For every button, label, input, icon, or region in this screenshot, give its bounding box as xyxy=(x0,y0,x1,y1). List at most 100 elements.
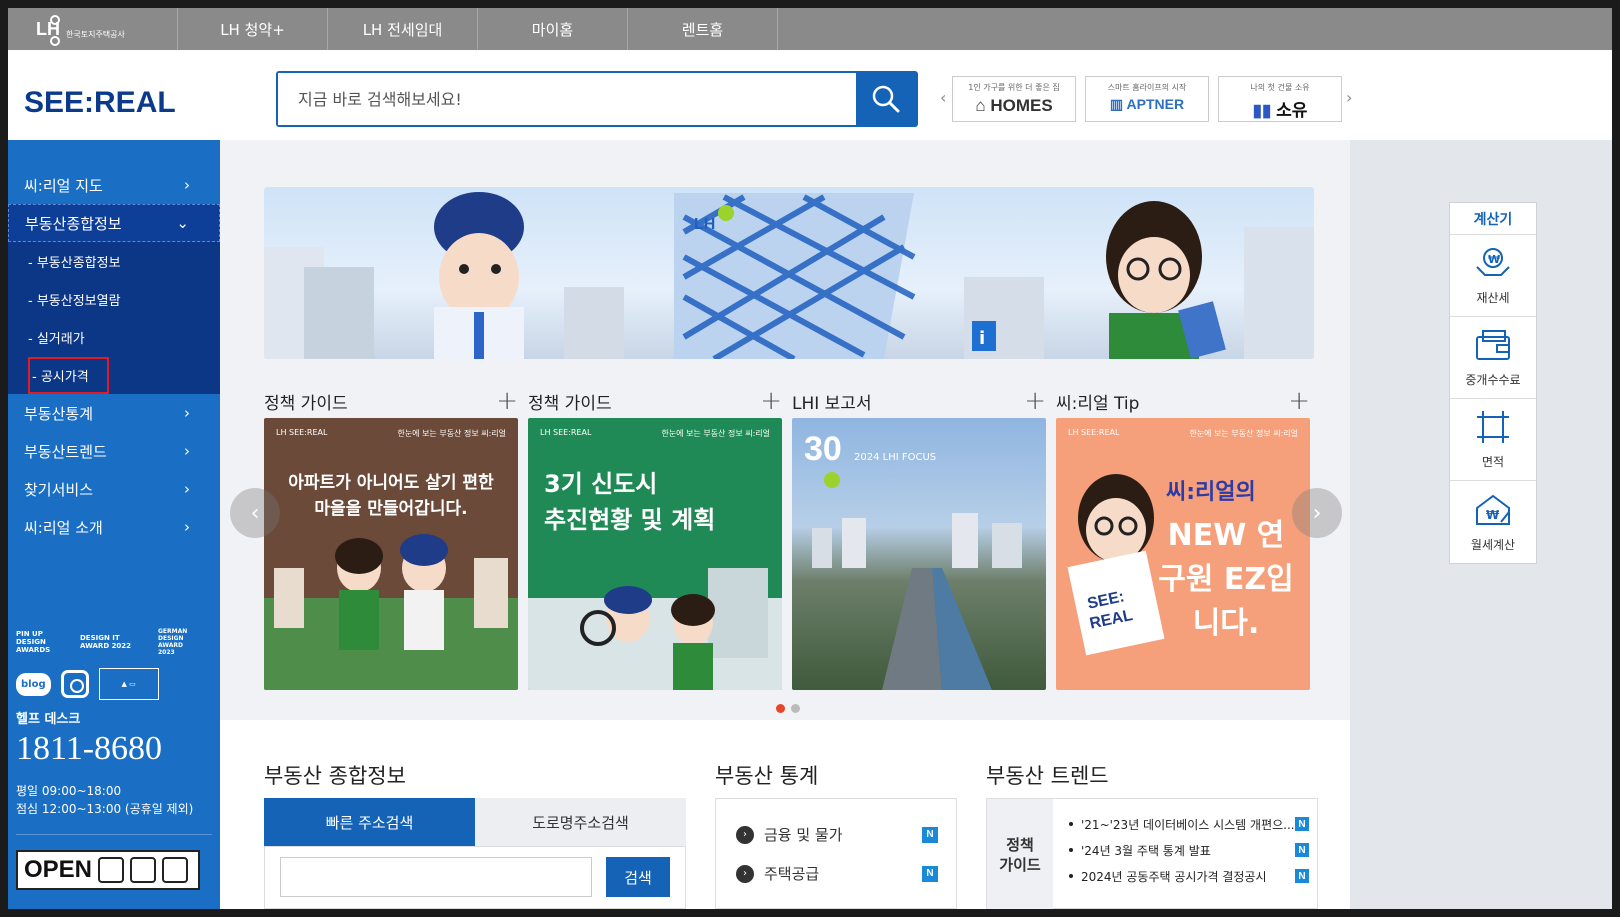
card-header: 정책 가이드 + xyxy=(528,386,782,416)
plus-icon[interactable]: + xyxy=(1288,388,1310,414)
stat-item-finance[interactable]: › 금융 및 물가 N xyxy=(736,824,938,845)
search-button[interactable] xyxy=(856,73,916,125)
stat-item-housing-supply[interactable]: › 주택공급 N xyxy=(736,863,938,884)
wallet-icon xyxy=(1476,330,1510,360)
search-input[interactable] xyxy=(278,73,856,125)
sidebar-item-trends[interactable]: 부동산트렌드 › xyxy=(8,432,220,470)
right-rail: 계산기 ₩ 재산세 중개수수료 면적 ₩ 월세계산 xyxy=(1350,140,1612,909)
blog-link[interactable]: blog xyxy=(16,672,51,696)
search-bar xyxy=(276,71,918,127)
trends-box: 정책 가이드 '21~'23년 데이터베이스 시스템 개편으... N '24년 … xyxy=(986,798,1318,909)
carousel-dot-2[interactable] xyxy=(791,704,800,713)
lh-logo-mark: LH xyxy=(36,14,60,46)
address-search-tabs: 빠른 주소검색 도로명주소검색 xyxy=(264,798,686,846)
partner-aptner-name: ▥ APTNER xyxy=(1109,96,1185,112)
chevron-right-icon: › xyxy=(184,176,190,194)
trend-item[interactable]: '24년 3월 주택 통계 발표 N xyxy=(1069,837,1309,863)
card-lhi-report: LHI 보고서 + 30 2024 LHI FOCUS xyxy=(792,386,1046,690)
sidebar-item-label: 씨:리얼 소개 xyxy=(24,518,103,537)
card-image[interactable]: 30 2024 LHI FOCUS xyxy=(792,418,1046,690)
carousel-dot-1[interactable] xyxy=(776,704,785,713)
lh-logo[interactable]: LH 한국토지주택공사 xyxy=(8,8,178,50)
new-badge: N xyxy=(922,865,938,882)
sidebar-submenu: - 부동산종합정보 - 부동산정보열람 - 실거래가 - 공시가격 xyxy=(8,242,220,394)
instagram-icon[interactable] xyxy=(60,670,89,698)
submenu-item-actual-price[interactable]: - 실거래가 xyxy=(8,318,220,356)
calc-brokerage-fee[interactable]: 중개수수료 xyxy=(1450,317,1536,399)
bullet-icon xyxy=(1069,848,1073,852)
carousel-prev-button[interactable]: ‹ xyxy=(230,488,280,538)
partners-next-icon[interactable]: › xyxy=(1346,88,1352,107)
card-header: LHI 보고서 + xyxy=(792,386,1046,416)
topnav-myhome[interactable]: 마이홈 xyxy=(478,8,628,50)
stat-item-label: 금융 및 물가 xyxy=(764,826,843,844)
info-section: 부동산 종합정보 빠른 주소검색 도로명주소검색 검색 부동산 통계 › 금융 … xyxy=(220,720,1350,909)
sidebar-item-realestate-info[interactable]: 부동산종합정보 ⌄ xyxy=(8,204,220,242)
chevron-right-icon: › xyxy=(184,404,190,422)
submenu-item-total-info[interactable]: - 부동산종합정보 xyxy=(8,242,220,280)
card-image[interactable]: LH SEE:REAL 한눈에 보는 부동산 정보 씨:리얼 3기 신도시 추진현… xyxy=(528,418,782,690)
calc-property-tax[interactable]: ₩ 재산세 xyxy=(1450,235,1536,317)
partners-prev-icon[interactable]: ‹ xyxy=(940,88,946,107)
tab-road-address[interactable]: 도로명주소검색 xyxy=(475,798,686,846)
partner-aptner[interactable]: 스마트 홈라이프의 시작 ▥ APTNER xyxy=(1085,76,1209,122)
open-badge-label: OPEN xyxy=(24,856,93,883)
sidebar-item-statistics[interactable]: 부동산통계 › xyxy=(8,394,220,432)
top-bar: LH 한국토지주택공사 LH 청약+ LH 전세임대 마이홈 렌트홈 xyxy=(8,8,1612,50)
submenu-item-info-view[interactable]: - 부동산정보열람 xyxy=(8,280,220,318)
trend-item[interactable]: 2024년 공동주택 공시가격 결정공시 N xyxy=(1069,863,1309,889)
calculator-panel: 계산기 ₩ 재산세 중개수수료 면적 ₩ 월세계산 xyxy=(1449,202,1537,564)
calc-item-label: 월세계산 xyxy=(1470,537,1516,552)
partner-homes[interactable]: 1인 가구를 위한 더 좋은 집 ⌂ HOMES xyxy=(952,76,1076,122)
partner-soyu-name: ▮▮ 소유 xyxy=(1252,101,1308,120)
address-search-input[interactable] xyxy=(280,857,592,897)
address-search-body: 검색 xyxy=(264,846,686,909)
trend-item-text: '21~'23년 데이터베이스 시스템 개편으... xyxy=(1081,817,1295,832)
calc-area[interactable]: 면적 xyxy=(1450,399,1536,481)
bar-icon: ▮▮ xyxy=(1252,101,1272,120)
sidebar-item-about[interactable]: 씨:리얼 소개 › xyxy=(8,508,220,546)
address-search-button[interactable]: 검색 xyxy=(606,857,670,897)
chevron-right-icon: › xyxy=(1312,500,1322,526)
main-banner[interactable]: LH i xyxy=(264,187,1314,359)
calc-item-label: 재산세 xyxy=(1476,291,1510,305)
bullet-icon xyxy=(1069,874,1073,878)
card-image[interactable]: LH SEE:REAL 한눈에 보는 부동산 정보 씨:리얼 아파트가 아니어도 … xyxy=(264,418,518,690)
plus-icon[interactable]: + xyxy=(760,388,782,414)
card-heading: 정책 가이드 xyxy=(264,393,348,414)
trend-category-label[interactable]: 정책 가이드 xyxy=(987,799,1053,909)
tab-quick-address[interactable]: 빠른 주소검색 xyxy=(264,798,475,846)
card-image[interactable]: LH SEE:REAL 한눈에 보는 부동산 정보 씨:리얼 씨:리얼의 NEW … xyxy=(1056,418,1310,690)
sidebar-item-map[interactable]: 씨:리얼 지도 › xyxy=(8,166,220,204)
calc-monthly-rent[interactable]: ₩ 월세계산 xyxy=(1450,481,1536,563)
topnav-lh-jeonse[interactable]: LH 전세임대 xyxy=(328,8,478,50)
topnav-lh-cheongyak[interactable]: LH 청약+ xyxy=(178,8,328,50)
sidebar-item-label: 씨:리얼 지도 xyxy=(24,176,103,195)
new-badge: N xyxy=(1295,843,1309,857)
calc-item-label: 면적 xyxy=(1481,455,1505,469)
partner-soyu[interactable]: 나의 첫 건물 소유 ▮▮ 소유 xyxy=(1218,76,1342,122)
trend-item[interactable]: '21~'23년 데이터베이스 시스템 개편으... N xyxy=(1069,811,1309,837)
new-badge: N xyxy=(922,826,938,843)
award-logos: PIN UP DESIGN AWARDS DESIGN IT AWARD 202… xyxy=(16,628,206,656)
help-hours-weekday: 평일 09:00~18:00 xyxy=(16,784,122,798)
main-content: LH i 정책 가이드 + LH SEE:REAL 한눈에 보는 부동산 정보 … xyxy=(220,140,1350,909)
partner-homes-tagline: 1인 가구를 위한 더 좋은 집 xyxy=(968,83,1060,92)
submenu-item-official-price[interactable]: - 공시가격 xyxy=(8,356,220,394)
trends-title: 부동산 트렌드 xyxy=(986,764,1109,788)
topnav-renthome[interactable]: 렌트홈 xyxy=(628,8,778,50)
sidebar-item-find-service[interactable]: 찾기서비스 › xyxy=(8,470,220,508)
hand-coin-icon: ₩ xyxy=(1476,248,1510,276)
sidebar-item-label: 부동산통계 xyxy=(24,404,94,423)
bullet-icon xyxy=(1069,822,1073,826)
new-badge: N xyxy=(1295,869,1309,883)
trend-item-text: '24년 3월 주택 통계 발표 xyxy=(1081,843,1211,858)
carousel-next-button[interactable]: › xyxy=(1292,488,1342,538)
calc-item-label: 중개수수료 xyxy=(1465,373,1521,387)
brand-logo[interactable]: SEE:REAL xyxy=(24,86,176,120)
sidebar: 씨:리얼 지도 › 부동산종합정보 ⌄ - 부동산종합정보 - 부동산정보열람 … xyxy=(8,140,220,909)
plus-icon[interactable]: + xyxy=(1024,388,1046,414)
open-data-badge[interactable]: OPEN xyxy=(16,850,200,890)
plus-icon[interactable]: + xyxy=(496,388,518,414)
card-illustration: SEE: REAL xyxy=(1067,474,1165,656)
